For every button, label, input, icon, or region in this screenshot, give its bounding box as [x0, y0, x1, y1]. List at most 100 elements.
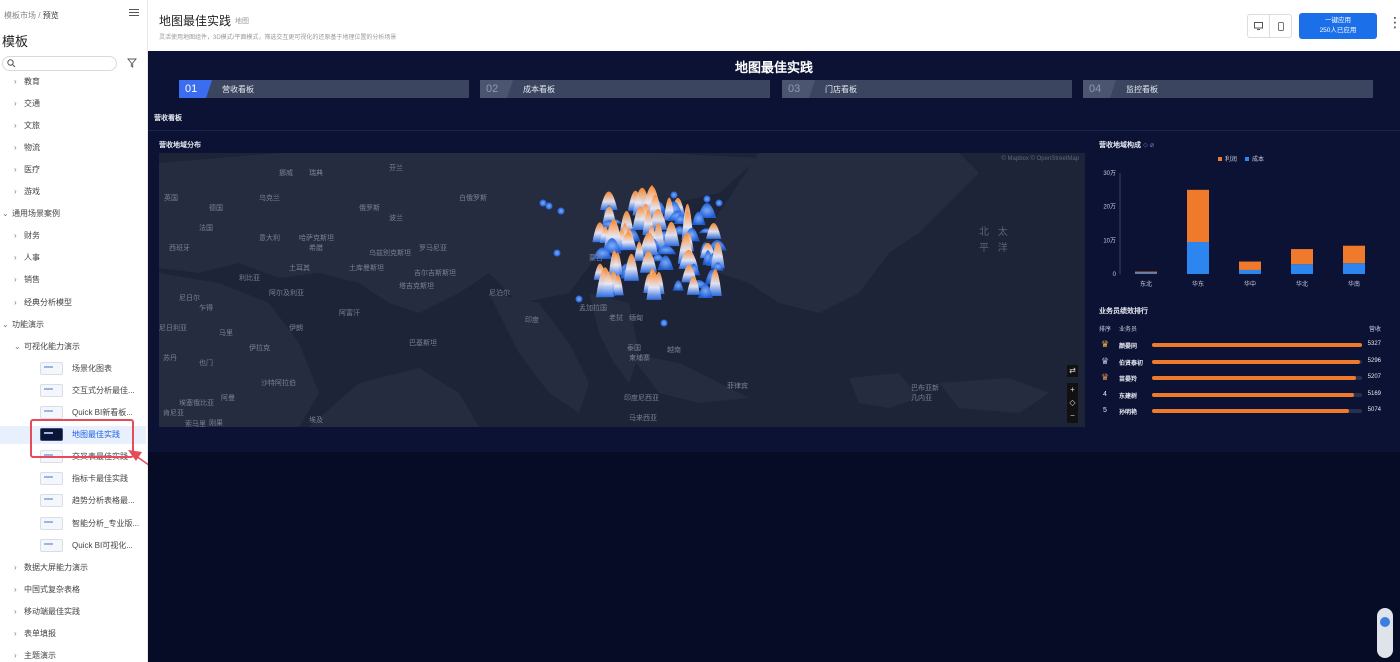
tab-revenue[interactable]: 01 营收看板 [179, 80, 469, 98]
template-item[interactable]: 智能分析_专业版... [0, 514, 146, 532]
map-place-label: 白俄罗斯 [459, 195, 487, 202]
category-item[interactable]: › 医疗 [0, 160, 146, 178]
y-tick-label: 0 [1113, 272, 1117, 278]
category-item[interactable]: › 中国式复杂表格 [0, 580, 146, 598]
map-place-label: 尼泊尔 [489, 290, 510, 297]
category-item[interactable]: › 游戏 [0, 183, 146, 201]
collapse-sidebar-icon[interactable] [129, 9, 139, 19]
item-label: 智能分析_专业版... [72, 518, 140, 528]
category-item[interactable]: ⌄ 可视化能力演示 [0, 337, 146, 355]
more-options-icon[interactable]: ⋮ [1388, 14, 1400, 31]
map-place-label: 巴布亚新 [911, 385, 939, 392]
category-item[interactable]: › 文旅 [0, 116, 146, 134]
tab-cost[interactable]: 02 成本看板 [480, 80, 770, 98]
reset-view-button[interactable]: ◇ [1067, 396, 1078, 409]
category-item[interactable]: › 主题演示 [0, 647, 146, 662]
y-tick-label: 20万 [1103, 204, 1116, 211]
revenue-point [553, 249, 561, 257]
ranking-title: 业务员绩效排行 [1099, 308, 1148, 315]
category-item[interactable]: › 表单填报 [0, 625, 146, 643]
name-column-header: 业务员 [1119, 327, 1138, 333]
map-place-label: 尼日利亚 [159, 325, 187, 332]
bar-profit [1291, 249, 1313, 265]
map-place-label: 老挝 [609, 315, 623, 322]
assistant-icon [1380, 617, 1390, 627]
map-place-label: 伊拉克 [249, 345, 270, 352]
template-item[interactable]: 趋势分析表格最... [0, 492, 146, 510]
chevron-right-icon: › [14, 76, 17, 86]
map-place-label: 索马里 [185, 421, 206, 427]
ranking-row[interactable]: ♛ 伯贤泰初 5296 [1099, 356, 1381, 368]
device-toggle [1247, 14, 1292, 38]
category-item[interactable]: › 数据大屏能力演示 [0, 558, 146, 576]
category-item[interactable]: ⌄ 功能演示 [0, 315, 146, 333]
revenue-point [575, 295, 583, 303]
ranking-row[interactable]: ♛ 苗晏羚 5207 [1099, 372, 1381, 384]
legend-cost[interactable]: 成本 [1245, 154, 1264, 163]
category-item[interactable]: › 经典分析模型 [0, 293, 146, 311]
rank-number: 5 [1103, 407, 1107, 414]
template-item[interactable]: 指标卡最佳实践 [0, 470, 146, 488]
mobile-icon[interactable] [1270, 15, 1291, 37]
category-item[interactable]: › 移动端最佳实践 [0, 602, 146, 620]
map-place-label: 泰国 [627, 345, 641, 352]
tab-label: 营收看板 [222, 84, 254, 94]
zoom-in-button[interactable]: + [1067, 383, 1078, 396]
filter-icon[interactable] [127, 58, 137, 68]
category-item[interactable]: › 教育 [0, 72, 146, 90]
map-place-label: 乌兹别克斯坦 [369, 250, 411, 257]
ranking-row[interactable]: 5 孙明艳 5074 [1099, 405, 1381, 417]
chevron-right-icon: › [14, 651, 17, 661]
category-item[interactable]: ⌄ 通用场景案例 [0, 205, 146, 223]
chevron-down-icon: ⌄ [2, 319, 9, 329]
chevron-right-icon: › [14, 297, 17, 307]
tab-number: 01 [179, 80, 212, 98]
zoom-out-button[interactable]: − [1067, 409, 1078, 422]
floating-assistant[interactable] [1377, 608, 1393, 658]
category-item[interactable]: › 物流 [0, 138, 146, 156]
item-label: 指标卡最佳实践 [72, 474, 128, 484]
map-place-label: 吉尔吉斯斯坦 [414, 270, 456, 277]
revenue-value: 5296 [1367, 357, 1381, 364]
bar-cost [1343, 263, 1365, 274]
desktop-icon[interactable] [1248, 15, 1270, 37]
highlight-annotation [30, 419, 134, 458]
legend-profit[interactable]: 利润 [1218, 154, 1237, 163]
map-place-label: 印度 [525, 317, 539, 324]
map-canvas[interactable]: © Mapbox © OpenStreetMap 北 太平 洋巴布亚新 几内亚 印度… [159, 153, 1085, 427]
map-place-label: 尼日尔 [179, 295, 200, 302]
category-item[interactable]: › 销售 [0, 271, 146, 289]
progress-fill [1152, 376, 1356, 380]
ranking-row[interactable]: 4 东建树 5169 [1099, 389, 1381, 401]
search-input[interactable] [2, 56, 117, 71]
breadcrumb-parent[interactable]: 模板市场 [4, 11, 36, 20]
map-place-label: 伊朗 [289, 325, 303, 332]
item-label: 医疗 [24, 164, 40, 174]
template-thumbnail [40, 494, 63, 508]
progress-track [1152, 359, 1362, 364]
category-item[interactable]: › 人事 [0, 249, 146, 267]
category-item[interactable]: › 财务 [0, 227, 146, 245]
item-label: 可视化能力演示 [24, 341, 80, 351]
category-item[interactable]: › 交通 [0, 94, 146, 112]
search-icon [7, 59, 16, 68]
bar-cost [1291, 264, 1313, 274]
map-place-label: 俄罗斯 [359, 205, 380, 212]
map-compass-icon[interactable]: ⇄ [1067, 365, 1078, 377]
map-title: 营收地域分布 [159, 142, 201, 149]
chart-info-icon[interactable]: ⬦ ⌀ [1143, 142, 1154, 149]
ranking-row[interactable]: ♛ 颜晏同 5327 [1099, 339, 1381, 351]
template-item[interactable]: Quick BI可视化... [0, 536, 146, 554]
template-item[interactable]: 交互式分析最佳... [0, 381, 146, 399]
map-place-label: 土库曼斯坦 [349, 265, 384, 272]
progress-track [1152, 392, 1362, 397]
bar-profit [1187, 189, 1209, 243]
tab-monitor[interactable]: 04 监控看板 [1083, 80, 1373, 98]
bar-chart-title-text: 营收地域构成 [1099, 142, 1141, 149]
apply-template-button[interactable]: 一键应用 250人已应用 [1299, 13, 1377, 39]
tab-store[interactable]: 03 门店看板 [782, 80, 1072, 98]
template-item[interactable]: 场景化图表 [0, 359, 146, 377]
map-place-label: 埃及 [309, 417, 323, 424]
dashboard-preview: 地图最佳实践 01 营收看板 02 成本看板 03 门店看板 04 监控看板 营… [148, 51, 1400, 662]
item-label: 主题演示 [24, 651, 56, 661]
